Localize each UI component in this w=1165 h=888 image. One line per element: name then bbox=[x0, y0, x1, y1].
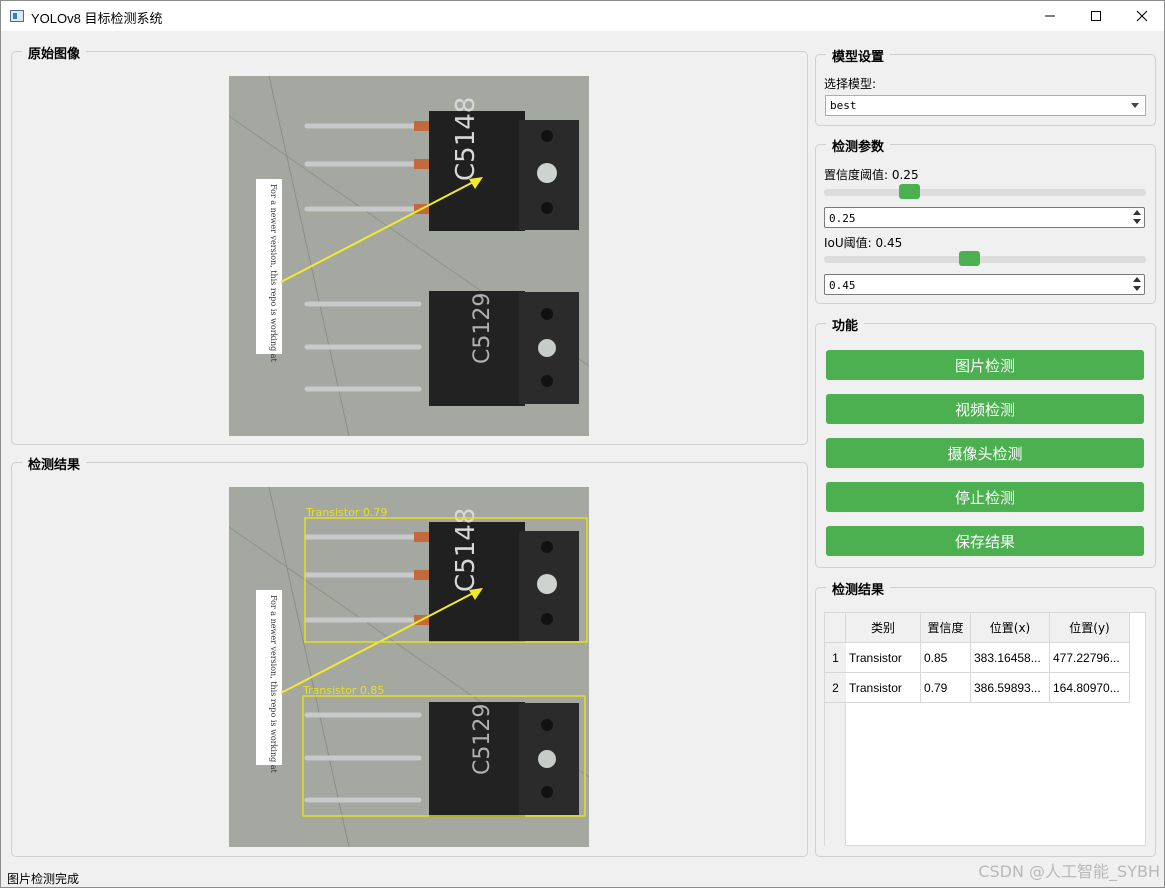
results-title: 检测结果 bbox=[826, 579, 891, 598]
result-image-title: 检测结果 bbox=[22, 454, 87, 473]
detection-params-title: 检测参数 bbox=[826, 136, 891, 155]
window-title: YOLOv8 目标检测系统 bbox=[31, 11, 163, 26]
table-cell[interactable]: 0.85 bbox=[921, 643, 971, 673]
minimize-button[interactable] bbox=[1027, 1, 1073, 31]
save-results-button[interactable]: 保存结果 bbox=[826, 526, 1144, 556]
chevron-down-icon bbox=[1131, 103, 1139, 108]
iou-slider[interactable] bbox=[824, 250, 1146, 270]
original-image-title: 原始图像 bbox=[22, 43, 87, 62]
column-header-confidence[interactable]: 置信度 bbox=[921, 613, 971, 643]
paper-note-text: For a newer version, this repo is workin… bbox=[269, 184, 278, 363]
table-cell[interactable]: 164.80970... bbox=[1050, 673, 1130, 703]
chip-marking-bottom: C5129 bbox=[470, 293, 495, 364]
model-settings-title: 模型设置 bbox=[826, 46, 891, 65]
paper-note-text: For a newer version, this repo is workin… bbox=[269, 595, 278, 774]
detection-label-1: Transistor 0.79 bbox=[305, 506, 387, 519]
minimize-icon bbox=[1045, 15, 1055, 17]
model-select-label: 选择模型: bbox=[824, 77, 877, 91]
row-index[interactable]: 1 bbox=[825, 643, 846, 673]
table-cell[interactable]: 383.16458... bbox=[971, 643, 1050, 673]
conf-slider-handle[interactable] bbox=[899, 184, 920, 199]
conf-slider[interactable] bbox=[824, 183, 1146, 203]
table-cell[interactable]: Transistor bbox=[846, 643, 921, 673]
spin-up-icon[interactable] bbox=[1133, 210, 1141, 215]
video-detect-button[interactable]: 视频检测 bbox=[826, 394, 1144, 424]
app-window: YOLOv8 目标检测系统 原始图像 C5148 C5129 For a new… bbox=[0, 0, 1165, 888]
watermark: CSDN @人工智能_SYBH bbox=[978, 862, 1160, 881]
maximize-icon bbox=[1091, 11, 1101, 21]
original-photo: C5148 C5129 For a newer version, this re… bbox=[229, 76, 589, 436]
chip-marking-bottom: C5129 bbox=[470, 704, 495, 775]
table-cell[interactable]: Transistor bbox=[846, 673, 921, 703]
iou-spinbox-value: 0.45 bbox=[829, 279, 856, 292]
table-cell[interactable]: 477.22796... bbox=[1050, 643, 1130, 673]
close-icon bbox=[1136, 10, 1148, 22]
maximize-button[interactable] bbox=[1073, 1, 1119, 31]
detection-label-2: Transistor 0.85 bbox=[302, 684, 384, 697]
iou-threshold-label: IoU阈值: 0.45 bbox=[824, 236, 903, 250]
iou-spinbox[interactable]: 0.45 bbox=[824, 274, 1145, 295]
model-select-value: best bbox=[830, 99, 857, 112]
status-text: 图片检测完成 bbox=[7, 872, 80, 886]
camera-detect-button[interactable]: 摄像头检测 bbox=[826, 438, 1144, 468]
original-image: C5148 C5129 For a newer version, this re… bbox=[229, 76, 589, 436]
close-button[interactable] bbox=[1119, 1, 1165, 31]
iou-slider-handle[interactable] bbox=[959, 251, 980, 266]
app-icon bbox=[10, 10, 24, 22]
functions-title: 功能 bbox=[826, 315, 865, 334]
spin-down-icon[interactable] bbox=[1133, 219, 1141, 224]
spin-up-icon[interactable] bbox=[1133, 277, 1141, 282]
table-cell[interactable]: 386.59893... bbox=[971, 673, 1050, 703]
results-table[interactable]: 类别 置信度 位置(x) 位置(y) 1 Transistor 0.85 383… bbox=[824, 612, 1146, 846]
column-header-y[interactable]: 位置(y) bbox=[1050, 613, 1130, 643]
title-bar: YOLOv8 目标检测系统 bbox=[1, 1, 1164, 31]
conf-spinbox-value: 0.25 bbox=[829, 212, 856, 225]
stop-detect-button[interactable]: 停止检测 bbox=[826, 482, 1144, 512]
result-photo: C5148 C5129 For a newer version, this re… bbox=[229, 487, 589, 847]
image-detect-button[interactable]: 图片检测 bbox=[826, 350, 1144, 380]
row-index[interactable]: 2 bbox=[825, 673, 846, 703]
iou-slider-track bbox=[824, 256, 1146, 263]
model-select[interactable]: best bbox=[825, 95, 1146, 116]
table-cell[interactable]: 0.79 bbox=[921, 673, 971, 703]
column-header-x[interactable]: 位置(x) bbox=[971, 613, 1050, 643]
table-corner[interactable] bbox=[825, 613, 846, 643]
chip-marking-top: C5148 bbox=[451, 508, 481, 592]
conf-spinbox[interactable]: 0.25 bbox=[824, 207, 1145, 228]
result-image: C5148 C5129 For a newer version, this re… bbox=[229, 487, 589, 847]
chip-marking-top: C5148 bbox=[451, 97, 481, 181]
column-header-class[interactable]: 类别 bbox=[846, 613, 921, 643]
conf-slider-track bbox=[824, 189, 1146, 196]
conf-threshold-label: 置信度阈值: 0.25 bbox=[824, 168, 919, 182]
spin-down-icon[interactable] bbox=[1133, 286, 1141, 291]
